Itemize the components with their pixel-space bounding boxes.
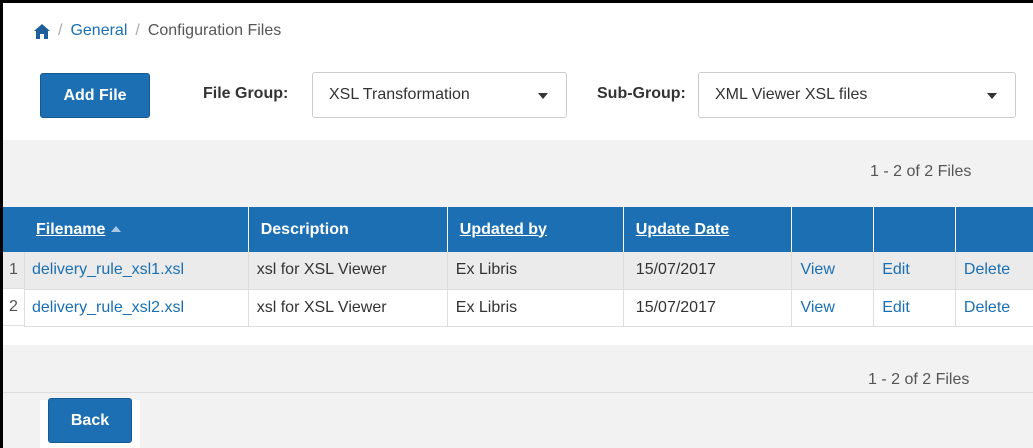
delete-link[interactable]: Delete bbox=[955, 289, 1033, 327]
update-date-cell: 15/07/2017 bbox=[623, 289, 793, 327]
column-header-updated-by[interactable]: Updated by bbox=[447, 207, 624, 252]
file-group-value: XSL Transformation bbox=[329, 86, 470, 103]
table-header-spacer bbox=[3, 207, 25, 252]
column-header-view bbox=[791, 207, 875, 252]
breadcrumb-general[interactable]: General bbox=[70, 22, 127, 40]
table-row: delivery_rule_xsl2.xsl xsl for XSL Viewe… bbox=[24, 289, 1033, 327]
row-number: 2 bbox=[3, 289, 25, 326]
description-cell: xsl for XSL Viewer bbox=[248, 252, 448, 290]
sub-group-value: XML Viewer XSL files bbox=[715, 86, 868, 103]
updated-by-cell: Ex Libris bbox=[447, 252, 624, 290]
edit-link[interactable]: Edit bbox=[873, 289, 956, 327]
table-header-row: Filename Description Updated by Update D… bbox=[24, 207, 1033, 252]
chevron-down-icon bbox=[987, 93, 997, 99]
column-header-description: Description bbox=[248, 207, 448, 252]
table-row: delivery_rule_xsl1.xsl xsl for XSL Viewe… bbox=[24, 252, 1033, 290]
footer-bar bbox=[3, 392, 1033, 448]
sub-group-label: Sub-Group: bbox=[597, 85, 686, 102]
update-date-cell: 15/07/2017 bbox=[623, 252, 793, 290]
edit-link[interactable]: Edit bbox=[873, 252, 956, 290]
breadcrumb-separator: / bbox=[58, 22, 63, 39]
filename-cell[interactable]: delivery_rule_xsl2.xsl bbox=[24, 289, 249, 327]
file-group-select[interactable]: XSL Transformation bbox=[312, 72, 567, 118]
chevron-down-icon bbox=[538, 93, 548, 99]
updated-by-cell: Ex Libris bbox=[447, 289, 624, 327]
column-header-delete bbox=[955, 207, 1033, 252]
sort-ascending-icon bbox=[111, 226, 122, 233]
breadcrumb: / General / Configuration Files bbox=[34, 22, 281, 40]
home-icon[interactable] bbox=[34, 23, 50, 39]
view-link[interactable]: View bbox=[791, 289, 875, 327]
filename-cell[interactable]: delivery_rule_xsl1.xsl bbox=[24, 252, 249, 290]
sub-group-select[interactable]: XML Viewer XSL files bbox=[698, 72, 1016, 118]
breadcrumb-separator: / bbox=[135, 22, 140, 39]
column-header-filename[interactable]: Filename bbox=[24, 207, 249, 252]
breadcrumb-current: Configuration Files bbox=[147, 22, 282, 39]
pagination-count-top: 1 - 2 of 2 Files bbox=[870, 163, 972, 180]
delete-link[interactable]: Delete bbox=[955, 252, 1033, 290]
column-header-update-date[interactable]: Update Date bbox=[623, 207, 793, 252]
back-button[interactable]: Back bbox=[48, 398, 132, 443]
column-header-edit bbox=[873, 207, 956, 252]
description-cell: xsl for XSL Viewer bbox=[248, 289, 448, 327]
pagination-count-bottom: 1 - 2 of 2 Files bbox=[868, 371, 970, 388]
file-group-label: File Group: bbox=[203, 85, 289, 102]
files-table: Filename Description Updated by Update D… bbox=[24, 207, 1033, 327]
row-number: 1 bbox=[3, 252, 25, 289]
add-file-button[interactable]: Add File bbox=[40, 73, 150, 118]
view-link[interactable]: View bbox=[791, 252, 875, 290]
